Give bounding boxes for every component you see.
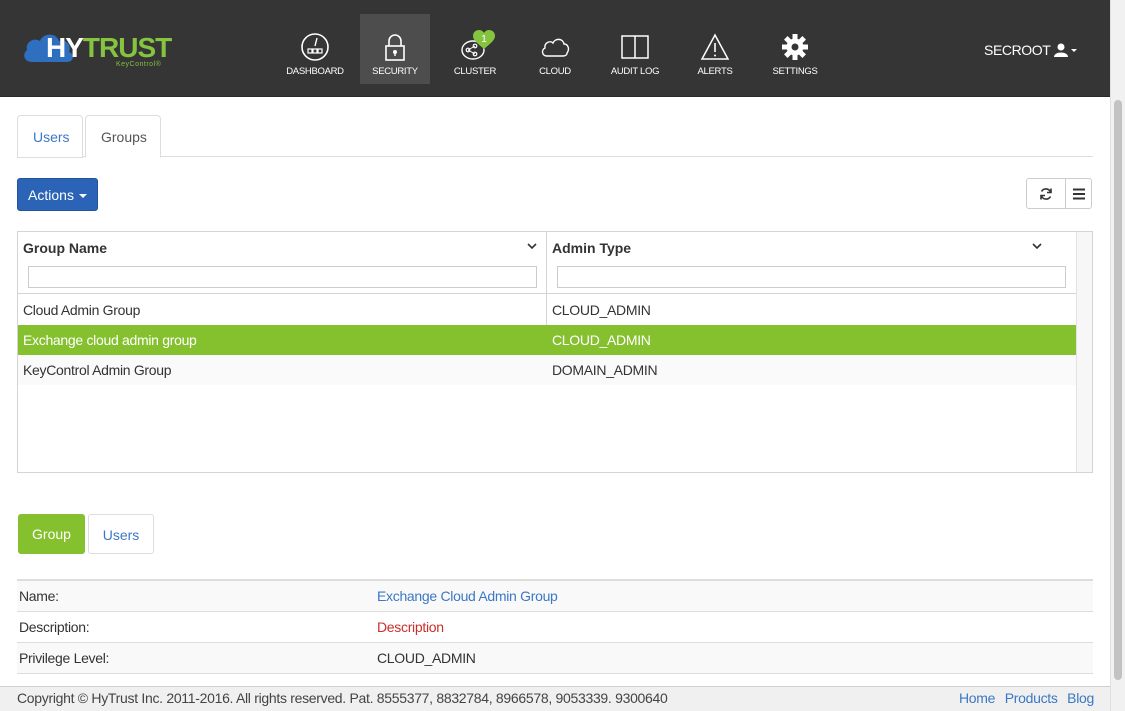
detail-tab-group[interactable]: Group [18, 514, 85, 554]
scrollbar-thumb[interactable] [1114, 100, 1122, 680]
column-title[interactable]: Group Name [23, 240, 107, 256]
tab-groups[interactable]: Groups [85, 115, 161, 158]
footer-links: Home Products Blog [953, 690, 1094, 706]
cell-admin-type: CLOUD_ADMIN [552, 332, 651, 348]
column-menu-button[interactable] [1065, 178, 1092, 209]
nav-label: SETTINGS [772, 66, 818, 77]
cell-admin-type: DOMAIN_ADMIN [552, 362, 658, 378]
table-row[interactable]: KeyControl Admin Group DOMAIN_ADMIN [18, 355, 1076, 385]
user-icon [1054, 43, 1078, 57]
cell-group-name: KeyControl Admin Group [23, 362, 172, 378]
detail-row-description: Description: Description [17, 612, 1093, 643]
nav-label: DASHBOARD [286, 66, 344, 77]
group-name-value[interactable]: Exchange Cloud Admin Group [377, 581, 558, 612]
page-footer: Copyright © HyTrust Inc. 2011-2016. All … [0, 686, 1110, 711]
chevron-down-icon[interactable] [1031, 240, 1043, 252]
description-value[interactable]: Description [377, 612, 444, 643]
group-detail: Name: Exchange Cloud Admin Group Descrip… [17, 579, 1093, 674]
grid-header: Group Name Admin Type [18, 232, 1076, 294]
detail-label: Name: [19, 588, 59, 604]
lock-icon [385, 34, 405, 61]
footer-link-blog[interactable]: Blog [1067, 690, 1094, 706]
nav-cloud[interactable]: CLOUD [520, 14, 590, 84]
admin-type-filter-input[interactable] [557, 266, 1066, 288]
nav-settings[interactable]: SETTINGS [760, 14, 830, 84]
column-title[interactable]: Admin Type [552, 240, 631, 256]
nav-cluster[interactable]: 1 CLUSTER [440, 14, 510, 84]
cell-group-name: Exchange cloud admin group [23, 332, 197, 348]
detail-tab-users[interactable]: Users [88, 514, 154, 554]
warning-icon [700, 33, 730, 60]
nav-dashboard[interactable]: DASHBOARD [280, 14, 350, 84]
refresh-button[interactable] [1026, 178, 1066, 209]
gear-icon [782, 34, 808, 60]
detail-label: Privilege Level: [19, 650, 110, 666]
nav-security[interactable]: SECURITY [360, 14, 430, 84]
user-name: SECROOT [984, 42, 1051, 58]
refresh-icon [1040, 187, 1052, 200]
top-navbar: HYTRUST KeyControl® DASHBOARD SECURITY 1… [0, 0, 1110, 97]
actions-label: Actions [28, 187, 74, 203]
nav-label: AUDIT LOG [610, 66, 660, 77]
book-icon [621, 35, 649, 59]
hytrust-logo[interactable]: HYTRUST KeyControl® [22, 28, 172, 72]
cluster-badge-count: 1 [481, 34, 487, 45]
nav-label: CLOUD [539, 66, 571, 77]
cell-admin-type: CLOUD_ADMIN [552, 302, 651, 318]
tab-users[interactable]: Users [17, 115, 83, 158]
nav-label: CLUSTER [453, 66, 497, 77]
table-row-selected[interactable]: Exchange cloud admin group CLOUD_ADMIN [18, 325, 1076, 355]
security-tabs: Users Groups [17, 115, 1093, 158]
page-scrollbar[interactable] [1110, 0, 1125, 711]
column-group-name: Group Name [18, 232, 547, 293]
grid-scrollbar[interactable] [1076, 232, 1092, 472]
detail-label: Description: [19, 619, 90, 635]
dashboard-icon [301, 33, 329, 61]
chevron-down-icon[interactable] [526, 240, 538, 252]
groups-grid: Group Name Admin Type Cloud Admin Group … [17, 231, 1093, 473]
cell-group-name: Cloud Admin Group [23, 302, 141, 318]
cloud-icon [541, 38, 570, 57]
nav-alerts[interactable]: ALERTS [680, 14, 750, 84]
nav-audit-log[interactable]: AUDIT LOG [600, 14, 670, 84]
cluster-badge-heart-icon: 1 [473, 30, 495, 49]
footer-link-products[interactable]: Products [1005, 690, 1058, 706]
logo-subtitle: KeyControl® [116, 61, 162, 68]
copyright-text: Copyright © HyTrust Inc. 2011-2016. All … [17, 690, 668, 706]
actions-button[interactable]: Actions [17, 178, 98, 211]
nav-label: SECURITY [372, 66, 418, 77]
logo-wordmark: HYTRUST [46, 32, 172, 63]
footer-link-home[interactable]: Home [959, 690, 995, 706]
hamburger-icon [1072, 188, 1085, 199]
privilege-value: CLOUD_ADMIN [377, 650, 476, 666]
group-name-filter-input[interactable] [28, 266, 537, 288]
detail-row-privilege: Privilege Level: CLOUD_ADMIN [17, 643, 1093, 674]
nav-label: ALERTS [697, 66, 733, 77]
caret-down-icon [78, 194, 87, 198]
column-admin-type: Admin Type [547, 232, 1076, 293]
user-menu[interactable]: SECROOT [984, 42, 1078, 58]
detail-row-name: Name: Exchange Cloud Admin Group [17, 581, 1093, 612]
table-row[interactable]: Cloud Admin Group CLOUD_ADMIN [18, 295, 1076, 325]
